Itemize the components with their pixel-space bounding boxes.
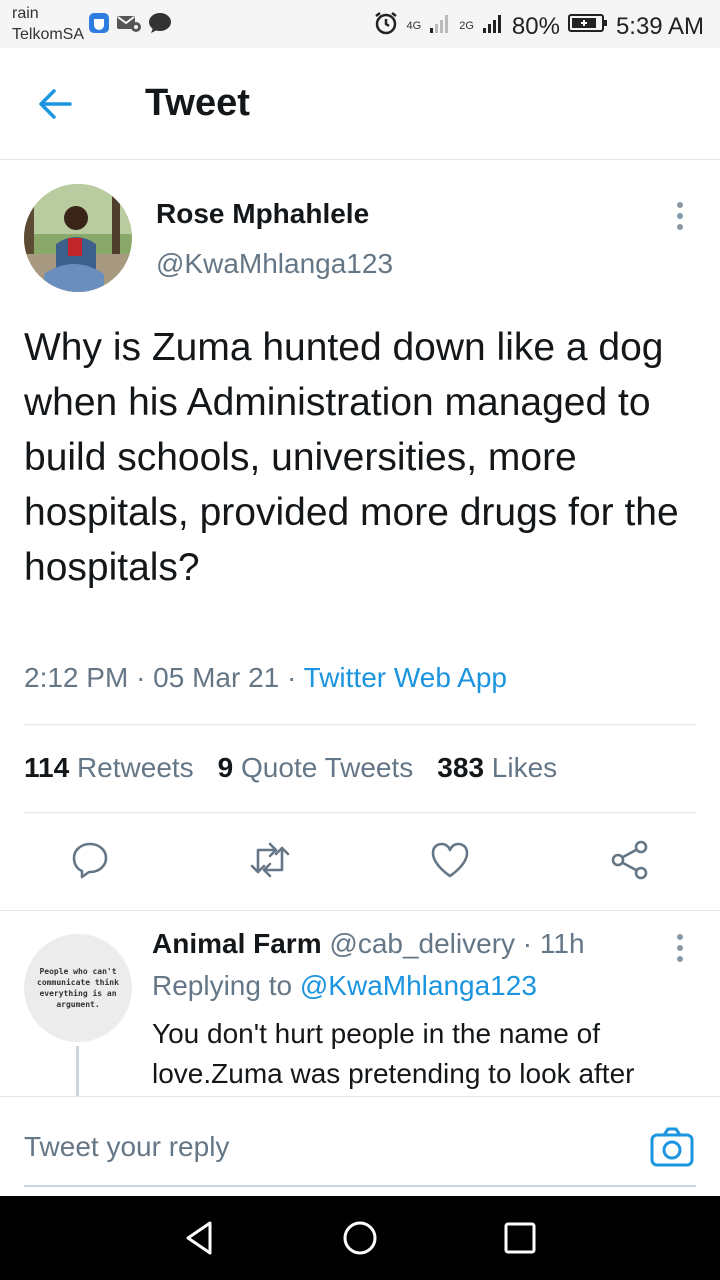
network-4g-label: 4G — [406, 20, 422, 32]
reply-more-button[interactable] — [666, 932, 694, 964]
tweet-more-button[interactable] — [666, 200, 694, 232]
likes-label: Likes — [491, 752, 558, 783]
reply-author-name[interactable]: Animal Farm — [152, 928, 322, 959]
reply-text: You don't hurt people in the name of lov… — [152, 1018, 635, 1089]
reply-avatar[interactable]: People who can't communicate think every… — [24, 934, 132, 1042]
author-avatar[interactable] — [24, 184, 132, 292]
replying-to: Replying to @KwaMhlanga123 — [152, 970, 537, 1002]
more-vertical-icon — [677, 202, 683, 230]
reply-input[interactable] — [24, 1125, 584, 1169]
chat-bubble-icon — [148, 12, 172, 39]
divider — [24, 724, 696, 725]
system-status: 4G 2G 80% 5:39 AM — [373, 10, 704, 43]
retweet-button[interactable] — [248, 836, 292, 884]
likes-count: 383 — [437, 752, 485, 783]
tweet-time: 2:12 PM — [24, 662, 129, 693]
author-handle[interactable]: @KwaMhlanga123 — [156, 248, 393, 280]
quotes-label: Quote Tweets — [241, 752, 414, 783]
alarm-icon — [373, 10, 399, 43]
nav-home-button[interactable] — [340, 1218, 380, 1258]
carrier-name-primary: rain — [12, 5, 39, 22]
like-button[interactable] — [428, 836, 472, 884]
shield-icon — [88, 12, 110, 39]
battery-icon — [567, 12, 608, 41]
meta-separator: · — [136, 662, 146, 693]
nav-back-button[interactable] — [180, 1218, 220, 1258]
share-icon — [611, 840, 648, 880]
tweet-actions — [0, 836, 720, 888]
retweets-label: Retweets — [76, 752, 194, 783]
share-button[interactable] — [608, 836, 652, 884]
retweets-stat[interactable]: 114 Retweets — [24, 752, 194, 784]
notification-icons — [88, 12, 172, 39]
circle-home-icon — [343, 1221, 377, 1255]
heart-icon — [431, 842, 469, 878]
square-recents-icon — [504, 1222, 536, 1254]
reply-header: Animal Farm @cab_delivery · 11h — [152, 928, 585, 960]
tweet-stats: 114 Retweets 9 Quote Tweets 383 Likes — [24, 752, 557, 784]
camera-icon — [650, 1127, 694, 1167]
triangle-back-icon — [186, 1221, 212, 1255]
carrier-name-secondary: TelkomSA — [12, 26, 85, 43]
reply-button[interactable] — [68, 836, 112, 884]
battery-percentage: 80% — [511, 12, 560, 40]
nav-recents-button[interactable] — [500, 1218, 540, 1258]
quotes-count: 9 — [217, 752, 234, 783]
composer-underline — [24, 1185, 696, 1187]
reply-avatar-text: People who can't communicate think every… — [37, 967, 119, 1009]
likes-stat[interactable]: 383 Likes — [437, 752, 557, 784]
back-button[interactable] — [30, 82, 80, 126]
signal-icon-1 — [429, 12, 451, 41]
reply-composer — [0, 1096, 720, 1196]
thread-line — [76, 1046, 79, 1096]
more-vertical-icon — [677, 934, 683, 962]
status-bar: rain TelkomSA 4G 2G 80% 5:39 AM — [0, 0, 720, 48]
reply-author-handle[interactable]: @cab_delivery — [329, 928, 515, 959]
replying-to-link[interactable]: @KwaMhlanga123 — [300, 970, 537, 1001]
tweet-date: 05 Mar 21 — [153, 662, 280, 693]
signal-icon-2 — [482, 12, 504, 41]
replying-prefix: Replying to — [152, 970, 293, 1001]
arrow-left-icon — [39, 89, 72, 119]
system-navigation-bar — [0, 1196, 720, 1280]
divider — [0, 910, 720, 911]
tweet-source-link[interactable]: Twitter Web App — [304, 662, 507, 693]
divider — [24, 812, 696, 813]
quotes-stat[interactable]: 9 Quote Tweets — [218, 752, 414, 784]
retweet-icon — [250, 842, 290, 878]
author-name[interactable]: Rose Mphahlele — [156, 198, 369, 230]
mail-settings-icon — [116, 13, 142, 38]
reply-separator: · — [522, 928, 533, 959]
tweet-text: Why is Zuma hunted down like a dog when … — [24, 326, 679, 589]
meta-separator: · — [287, 662, 297, 693]
reply-time: 11h — [539, 928, 585, 959]
tweet-meta: 2:12 PM · 05 Mar 21 · Twitter Web App — [24, 662, 507, 694]
app-header: Tweet — [0, 48, 720, 160]
network-2g-label: 2G — [459, 20, 474, 32]
page-title: Tweet — [145, 82, 250, 124]
retweets-count: 114 — [24, 752, 70, 783]
comment-icon — [72, 842, 108, 879]
camera-button[interactable] — [650, 1127, 694, 1167]
clock: 5:39 AM — [615, 12, 704, 40]
